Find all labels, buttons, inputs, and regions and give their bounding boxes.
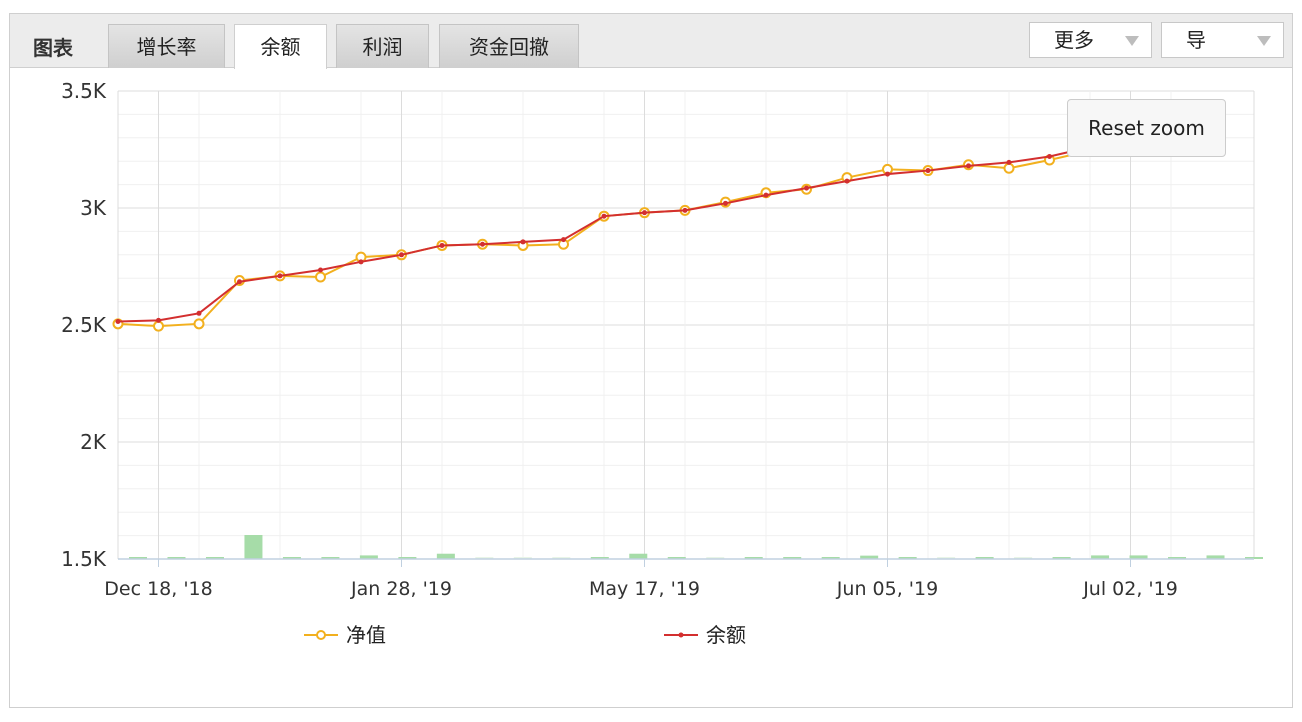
data-point-balance[interactable] — [763, 192, 769, 198]
series-line-net-value[interactable] — [118, 119, 1212, 328]
legend-balance-icon — [664, 632, 698, 638]
y-tick-label: 1.5K — [61, 547, 107, 571]
series-line-balance[interactable] — [118, 120, 1212, 323]
volume-bar — [629, 553, 648, 559]
y-tick-label: 3.5K — [61, 79, 107, 103]
data-point-balance[interactable] — [196, 310, 202, 316]
x-tick-label: Jun 05, '19 — [836, 578, 938, 600]
data-point-balance[interactable] — [1006, 159, 1012, 165]
data-point-balance[interactable] — [399, 252, 404, 258]
data-point-balance[interactable] — [642, 210, 647, 216]
data-point-net-value[interactable] — [153, 320, 164, 332]
data-point-balance[interactable] — [358, 259, 364, 265]
data-point-balance[interactable] — [561, 237, 566, 243]
data-point-balance[interactable] — [277, 273, 283, 279]
y-tick-label: 2.5K — [61, 313, 107, 337]
x-tick-label: Jul 02, '19 — [1082, 578, 1178, 600]
data-point-balance[interactable] — [439, 242, 445, 248]
data-point-balance[interactable] — [480, 241, 485, 247]
data-point-balance[interactable] — [925, 168, 931, 174]
data-point-balance[interactable] — [804, 185, 809, 191]
legend-balance-label: 余额 — [706, 623, 746, 647]
x-tick-label: Jan 28, '19 — [350, 578, 452, 600]
legend-item-net-value[interactable]: 净值 — [304, 620, 424, 650]
data-point-balance[interactable] — [520, 239, 526, 245]
data-point-net-value[interactable] — [1003, 162, 1015, 174]
data-point-balance[interactable] — [844, 178, 850, 184]
x-tick-label: Dec 18, '18 — [104, 578, 212, 600]
legend-item-balance[interactable]: 余额 — [664, 620, 784, 650]
y-tick-label: 2K — [80, 430, 107, 454]
data-point-balance[interactable] — [1047, 154, 1052, 160]
volume-bar — [436, 553, 455, 559]
data-point-net-value[interactable] — [315, 271, 326, 283]
x-tick-label: May 17, '19 — [589, 578, 700, 600]
reset-zoom-button[interactable]: Reset zoom — [1067, 99, 1226, 157]
data-point-balance[interactable] — [885, 171, 890, 177]
y-tick-label: 3K — [80, 196, 107, 220]
data-point-balance[interactable] — [966, 163, 971, 169]
data-point-balance[interactable] — [601, 213, 607, 219]
data-point-net-value[interactable] — [193, 318, 205, 330]
legend-net-value-label: 净值 — [346, 623, 386, 647]
data-point-balance[interactable] — [237, 279, 242, 285]
data-point-balance[interactable] — [115, 318, 121, 324]
volume-bar — [244, 535, 263, 559]
data-point-balance[interactable] — [318, 267, 323, 273]
legend-net-value-icon — [304, 630, 338, 640]
data-point-balance[interactable] — [682, 207, 688, 213]
data-point-balance[interactable] — [723, 200, 728, 206]
data-point-balance[interactable] — [156, 317, 161, 323]
